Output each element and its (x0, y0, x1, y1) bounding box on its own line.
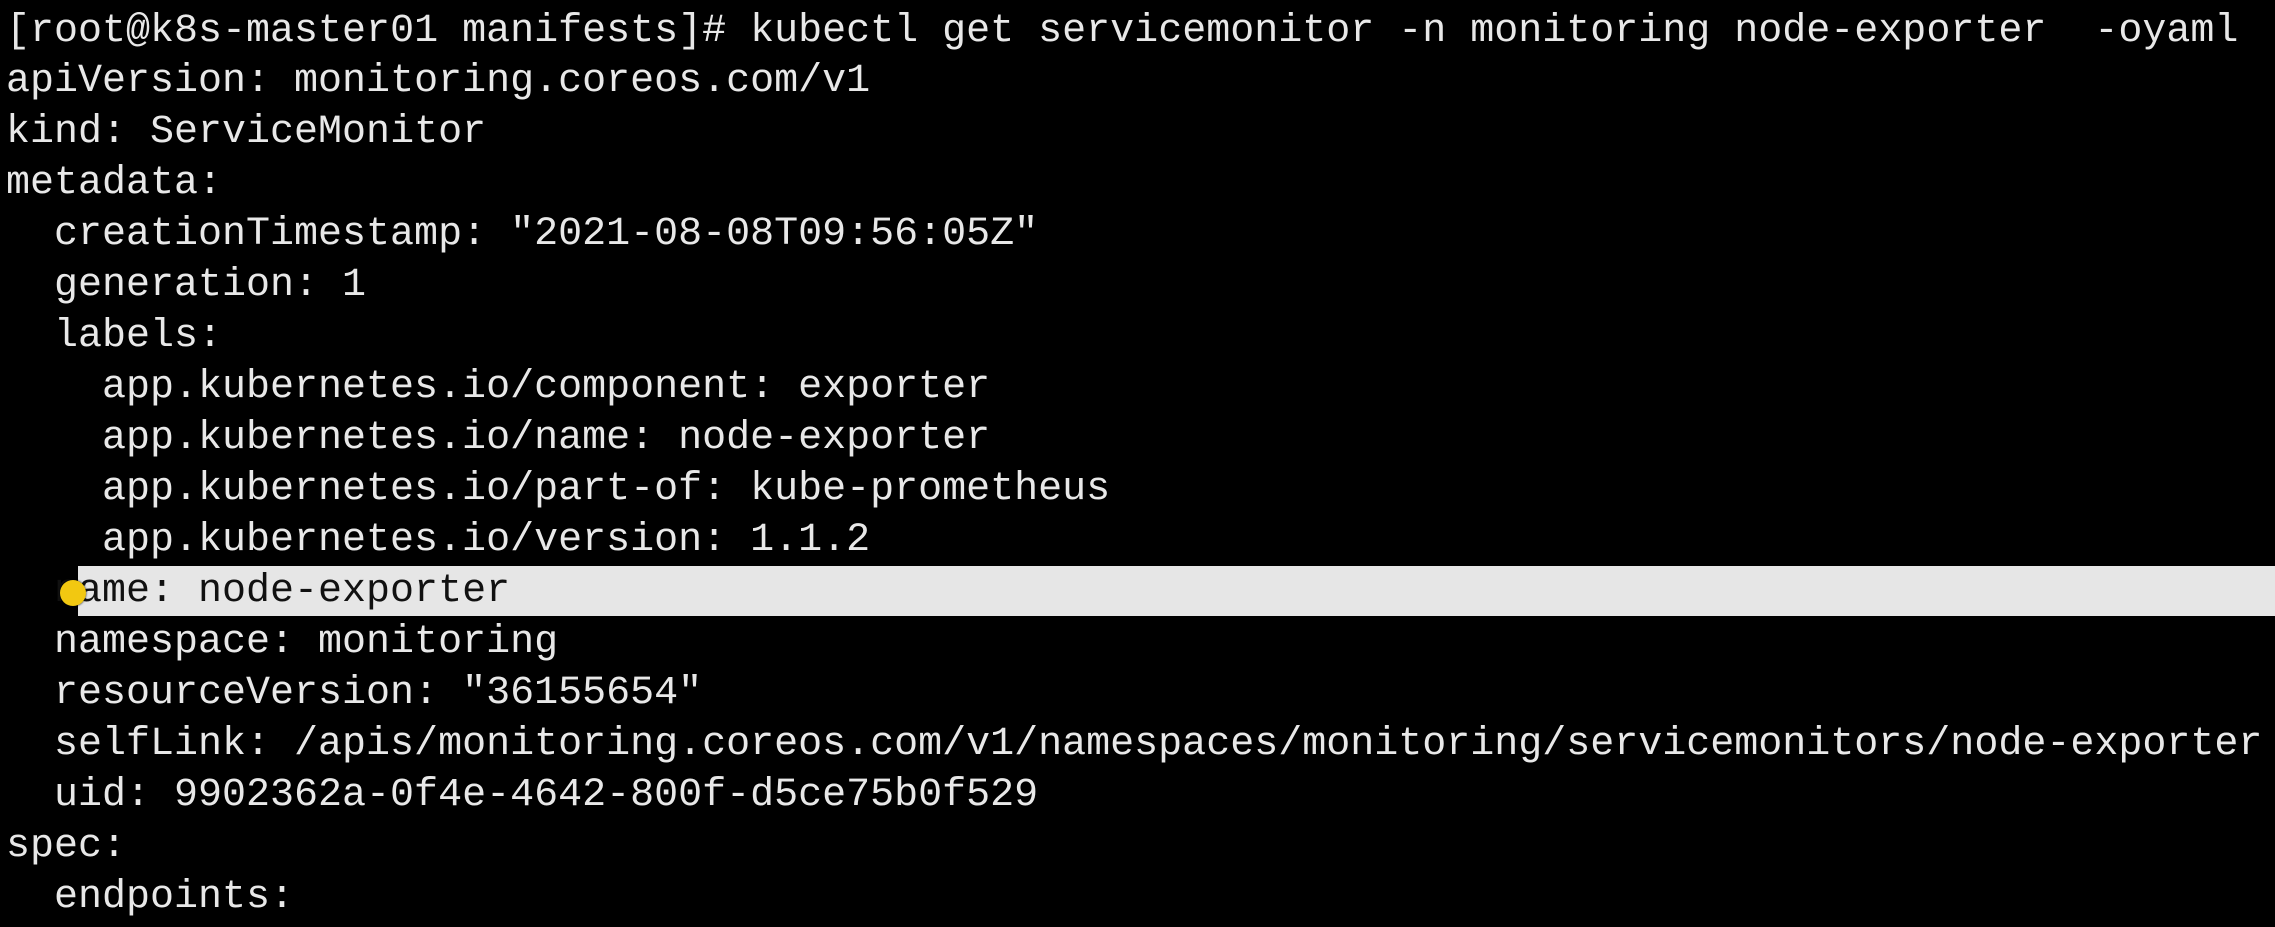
yaml-line: app.kubernetes.io/version: 1.1.2 (102, 518, 871, 563)
yaml-line: name: node-exporter (54, 569, 511, 614)
yaml-line: spec: (6, 824, 127, 869)
terminal-line: endpoints: (0, 872, 2275, 923)
yaml-line: labels: (54, 314, 223, 359)
terminal-line: apiVersion: monitoring.coreos.com/v1 (0, 56, 2275, 107)
terminal-line: kind: ServiceMonitor (0, 107, 2275, 158)
yaml-line: app.kubernetes.io/part-of: kube-promethe… (102, 467, 1111, 512)
yaml-line: uid: 9902362a-0f4e-4642-800f-d5ce75b0f52… (54, 773, 1039, 818)
yaml-line: endpoints: (54, 875, 295, 920)
yaml-line: generation: 1 (54, 263, 367, 308)
yaml-line: app.kubernetes.io/component: exporter (102, 365, 991, 410)
terminal-line: generation: 1 (0, 260, 2275, 311)
terminal-line: selfLink: /apis/monitoring.coreos.com/v1… (0, 719, 2275, 770)
mouse-cursor-highlight-icon (60, 580, 86, 606)
yaml-line: metadata: (6, 161, 223, 206)
terminal-line: namespace: monitoring (0, 617, 2275, 668)
yaml-line: apiVersion: monitoring.coreos.com/v1 (6, 59, 871, 104)
terminal-line: app.kubernetes.io/name: node-exporter (0, 413, 2275, 464)
terminal-line: app.kubernetes.io/version: 1.1.2 (0, 515, 2275, 566)
yaml-line: app.kubernetes.io/name: node-exporter (102, 416, 991, 461)
terminal-line: app.kubernetes.io/part-of: kube-promethe… (0, 464, 2275, 515)
terminal-line-selected[interactable]: name: node-exporter (0, 566, 2275, 617)
yaml-line: selfLink: /apis/monitoring.coreos.com/v1… (54, 722, 2263, 767)
terminal-window[interactable]: [root@k8s-master01 manifests]# kubectl g… (0, 0, 2275, 927)
terminal-line: resourceVersion: "36155654" (0, 668, 2275, 719)
terminal-line: creationTimestamp: "2021-08-08T09:56:05Z… (0, 209, 2275, 260)
yaml-line: kind: ServiceMonitor (6, 110, 487, 155)
terminal-line: uid: 9902362a-0f4e-4642-800f-d5ce75b0f52… (0, 770, 2275, 821)
yaml-line: namespace: monitoring (54, 620, 559, 665)
yaml-line: creationTimestamp: "2021-08-08T09:56:05Z… (54, 212, 1039, 257)
yaml-line: resourceVersion: "36155654" (54, 671, 703, 716)
command-prompt: [root@k8s-master01 manifests]# kubectl g… (6, 9, 2239, 54)
terminal-line: metadata: (0, 158, 2275, 209)
terminal-line: app.kubernetes.io/component: exporter (0, 362, 2275, 413)
terminal-line-prompt: [root@k8s-master01 manifests]# kubectl g… (0, 6, 2275, 57)
terminal-line: spec: (0, 821, 2275, 872)
terminal-line: labels: (0, 311, 2275, 362)
